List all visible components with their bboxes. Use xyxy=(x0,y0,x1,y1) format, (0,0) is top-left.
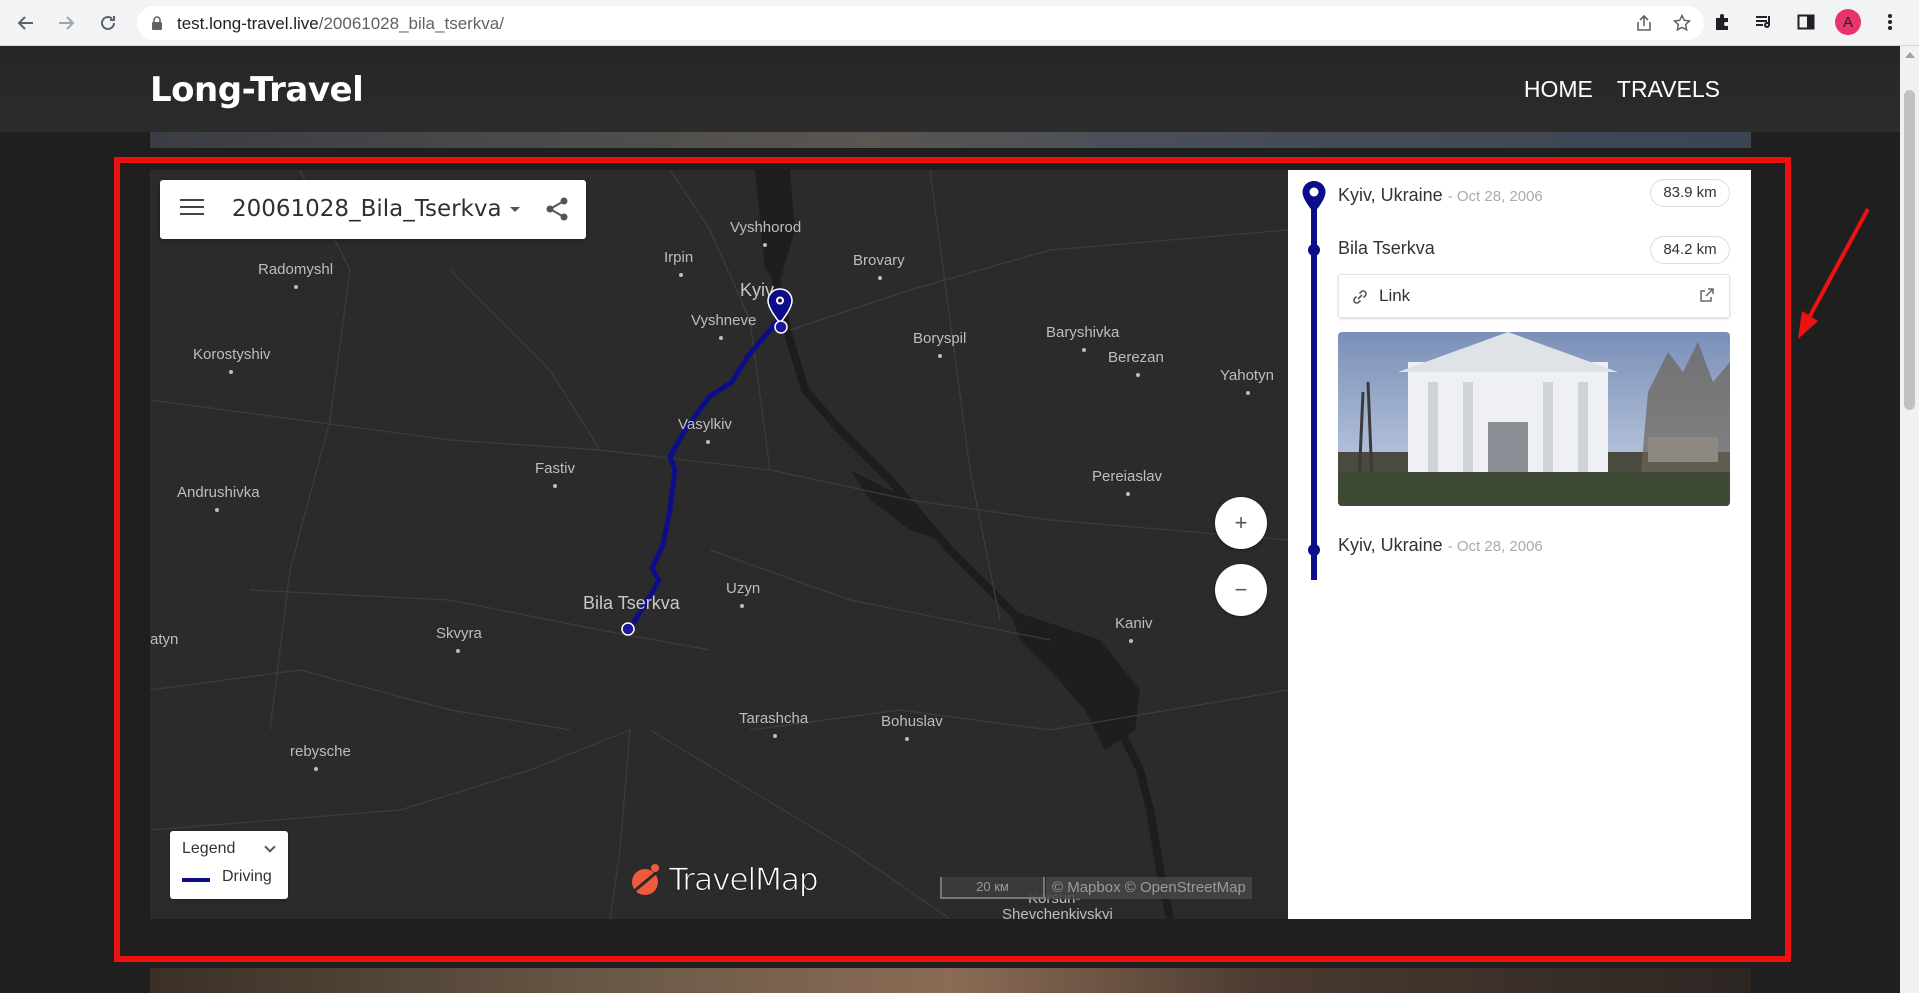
page-scrollbar[interactable] xyxy=(1900,46,1919,993)
site-brand[interactable]: Long-Travel xyxy=(150,70,364,110)
background-photo-top xyxy=(150,132,1751,148)
lock-icon xyxy=(152,16,162,30)
url-text: test.long-travel.live/20061028_bila_tser… xyxy=(177,14,504,33)
nav-home-link[interactable]: HOME xyxy=(1524,76,1593,103)
back-icon[interactable] xyxy=(12,9,40,37)
scrollbar-thumb[interactable] xyxy=(1904,90,1915,410)
reload-icon[interactable] xyxy=(94,9,122,37)
site-header: Long-Travel HOME TRAVELS xyxy=(0,46,1900,132)
browser-toolbar: test.long-travel.live/20061028_bila_tser… xyxy=(0,0,1919,46)
forward-icon[interactable] xyxy=(52,9,80,37)
media-queue-icon[interactable] xyxy=(1751,9,1777,35)
profile-avatar[interactable]: A xyxy=(1835,9,1861,35)
address-bar[interactable]: test.long-travel.live/20061028_bila_tser… xyxy=(137,6,1704,40)
top-navigation: HOME TRAVELS xyxy=(1524,76,1720,103)
annotation-highlight-box xyxy=(114,157,1791,962)
extensions-puzzle-icon[interactable] xyxy=(1709,9,1735,35)
side-panel-icon[interactable] xyxy=(1793,9,1819,35)
bookmark-star-icon[interactable] xyxy=(1672,13,1692,33)
background-photo-bottom xyxy=(150,968,1751,993)
scroll-up-arrow-icon[interactable] xyxy=(1905,52,1915,58)
share-page-icon[interactable] xyxy=(1634,13,1654,33)
nav-travels-link[interactable]: TRAVELS xyxy=(1617,76,1720,103)
browser-menu-icon[interactable] xyxy=(1877,9,1903,35)
annotation-arrow-icon xyxy=(1798,208,1870,339)
